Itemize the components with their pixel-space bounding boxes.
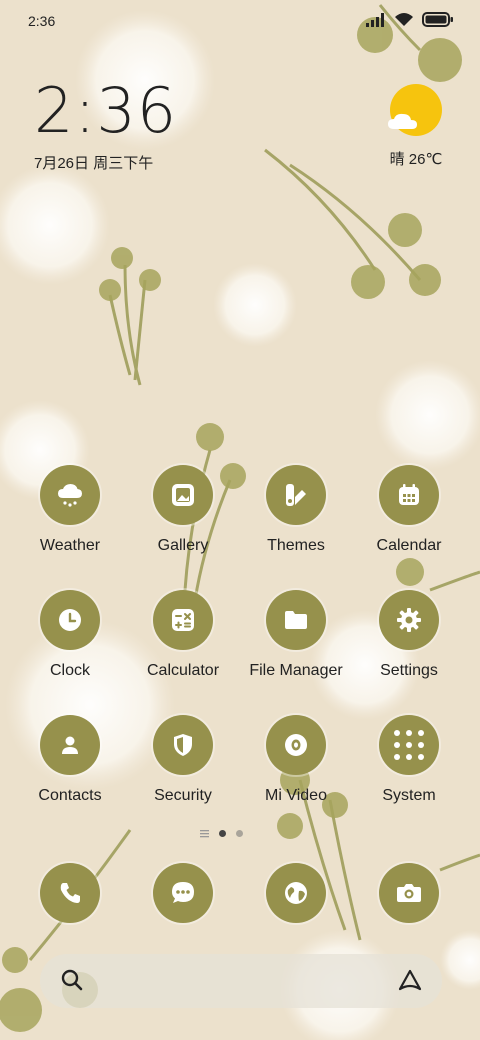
dock-browser[interactable] [266,863,326,923]
phone-icon [60,883,80,903]
app-label: Themes [267,537,325,554]
page-indicator[interactable] [200,829,243,838]
weather-text: 晴 26℃ [389,151,443,168]
app-label: Clock [49,662,90,679]
app-label: Security [154,787,212,804]
sunny-icon [388,84,442,136]
dock-phone[interactable] [40,863,100,923]
app-label: Weather [39,537,101,554]
app-label: File Manager [249,662,343,679]
camera-icon [397,884,421,902]
app-contacts[interactable]: Contacts [15,715,125,805]
person-icon [40,715,100,775]
widget-time: 2:36 [34,74,178,147]
signal-icon [366,12,384,27]
page-dot-active[interactable] [219,830,226,837]
app-themes[interactable]: Themes [241,465,351,555]
app-clock[interactable]: Clock [15,590,125,680]
calendar-icon [379,465,439,525]
app-mi-video[interactable]: Mi Video [241,715,351,805]
app-label: Settings [380,662,438,679]
browser-icon [285,882,307,904]
dock-camera[interactable] [379,863,439,923]
app-label: Calendar [376,537,442,554]
widget-date: 7月26日 周三下午 [34,155,154,172]
app-calendar[interactable]: Calendar [354,465,464,555]
video-icon [266,715,326,775]
app-label: Calculator [146,662,220,679]
app-calculator[interactable]: Calculator [128,590,238,680]
shield-icon [153,715,213,775]
app-label: Gallery [157,537,209,554]
search-icon[interactable] [60,968,84,997]
status-icons [366,12,454,27]
message-icon [172,882,194,903]
weather-icon [40,465,100,525]
battery-icon [422,12,453,27]
app-label: Mi Video [265,787,327,804]
clock-widget[interactable]: 2:36 7月26日 周三下午 [34,78,177,173]
app-gallery[interactable]: Gallery [128,465,238,555]
app-file-manager[interactable]: File Manager [241,590,351,680]
clock-icon [40,590,100,650]
folder-system[interactable]: System [354,715,464,805]
assistant-icon[interactable] [396,967,424,1000]
page-dot[interactable] [236,830,243,837]
status-time: 2:36 [28,13,56,29]
app-security[interactable]: Security [128,715,238,805]
status-bar: 2:36 [0,0,480,40]
weather-widget[interactable]: 晴 26℃ [386,84,446,169]
folder-icon [266,590,326,650]
app-label: Contacts [38,787,102,804]
app-settings[interactable]: Settings [354,590,464,680]
themes-icon [266,465,326,525]
app-weather[interactable]: Weather [15,465,125,555]
app-label: System [382,787,436,804]
gallery-icon [153,465,213,525]
gear-icon [379,590,439,650]
wifi-icon [395,13,413,26]
list-icon [200,830,209,838]
folder-grid-icon [379,715,439,775]
calculator-icon [153,590,213,650]
dock-messages[interactable] [153,863,213,923]
search-bar[interactable] [40,954,442,1008]
